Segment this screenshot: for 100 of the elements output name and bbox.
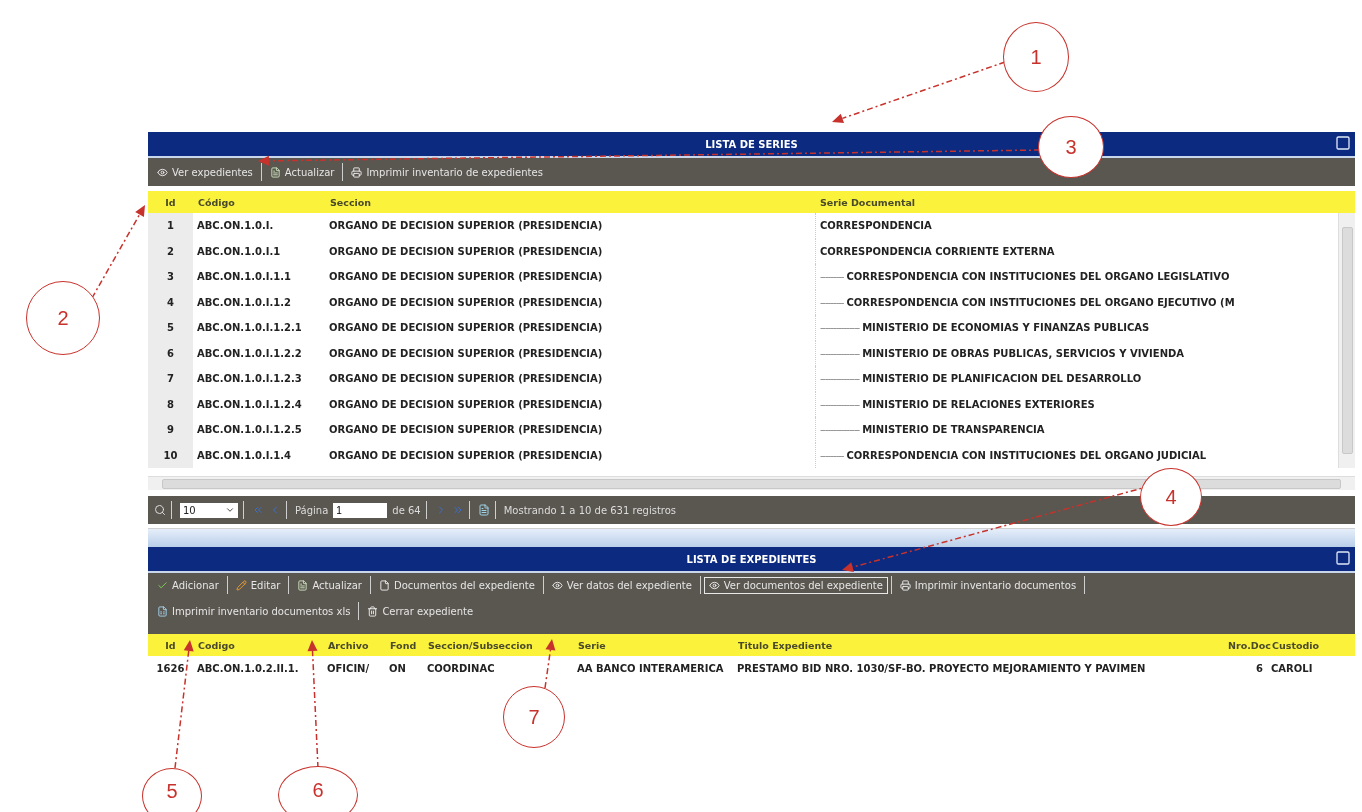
column-header[interactable]: Fond [385, 639, 423, 651]
toolbar-button[interactable]: Editar [230, 576, 286, 594]
panel-title: LISTA DE SERIES [705, 138, 798, 150]
tree-indent-dashes: --------- [820, 449, 844, 461]
toolbar-button[interactable]: Cerrar expediente [362, 602, 479, 620]
callout-marker: 7 [503, 686, 565, 748]
toolbar-button[interactable]: Imprimir inventario documentos [894, 576, 1082, 594]
row-id: 7 [148, 366, 193, 392]
table-cell-text: ORGANO DE DECISION SUPERIOR (PRESIDENCIA) [328, 270, 604, 285]
row-id: 3 [148, 264, 193, 290]
row-id: 6 [148, 340, 193, 366]
toolbar-button[interactable]: Ver expedientes [152, 163, 258, 181]
column-header[interactable]: Id [148, 639, 193, 651]
toolbar-button[interactable]: Ver datos del expediente [546, 576, 697, 594]
table-cell: MINISTERIO DE ECONOMIAS Y FINANZAS PUBLICAS [862, 322, 1150, 334]
page-input[interactable]: 1 [333, 502, 388, 518]
table-row[interactable]: 5 ABC.ON.1.0.I.1.2.1 ORGANO DE DECISION SUPERIOR (PRESIDENCIA) --------------- MINISTERIO DE ECONOMIAS Y FINANZAS PUBLICAS [148, 315, 1338, 341]
spreadsheet-icon [157, 605, 168, 617]
column-header[interactable]: Serie Documental [815, 196, 1355, 208]
table-cell-text: ABC.ON.1.0.I.1.2.4 [196, 397, 303, 412]
eye-icon [551, 579, 563, 591]
trash-icon [367, 605, 379, 617]
table-row[interactable]: 3 ABC.ON.1.0.I.1.1 ORGANO DE DECISION SUPERIOR (PRESIDENCIA) --------- CORRESPONDENCIA CON INSTITUCIONES DEL ORGANO LEGISLATIVO [148, 264, 1338, 290]
table-row[interactable]: 1626 ABC.ON.1.0.2.II.1. OFICIN/ ON COORDINAC AA BANCO INTERAMERICA PRESTAMO BID NRO. 1030/SF-BO. PROYECTO MEJORAMIENTO Y PAVIMEN 6 CAROLI [148, 656, 1355, 680]
toolbar-button[interactable]: Actualizar [264, 163, 340, 181]
row-id: 9 [148, 417, 193, 443]
row-id: 5 [148, 315, 193, 341]
row-id: 1 [148, 213, 193, 239]
table-row[interactable]: 2 ABC.ON.1.0.I.1 ORGANO DE DECISION SUPERIOR (PRESIDENCIA) CORRESPONDENCIA CORRIENTE EXTERNA [148, 238, 1338, 264]
file-icon [379, 579, 390, 591]
eye-icon [157, 166, 168, 178]
document-icon [297, 579, 309, 591]
table-cell-text: OFICIN/ [326, 661, 371, 676]
column-header[interactable]: Codigo [193, 639, 323, 651]
first-page-icon[interactable] [252, 504, 264, 516]
table-cell-text: AA BANCO INTERAMERICA [576, 661, 725, 676]
toolbar-button[interactable]: Imprimir inventario documentos xls [152, 602, 356, 620]
last-page-icon[interactable] [451, 504, 464, 516]
table-cell-text: CAROLI [1270, 661, 1314, 676]
table-cell-text: ABC.ON.1.0.I.1.2 [196, 295, 292, 310]
callout-marker: 6 [278, 766, 358, 812]
row-id: 2 [148, 238, 193, 264]
table-row[interactable]: 1 ABC.ON.1.0.I. ORGANO DE DECISION SUPERIOR (PRESIDENCIA) CORRESPONDENCIA [148, 213, 1338, 239]
table-cell-text: ORGANO DE DECISION SUPERIOR (PRESIDENCIA) [328, 346, 604, 361]
table-cell: MINISTERIO DE RELACIONES EXTERIORES [862, 398, 1095, 410]
table-row[interactable]: 9 ABC.ON.1.0.I.1.2.5 ORGANO DE DECISION SUPERIOR (PRESIDENCIA) --------------- MINISTERIO DE TRANSPARENCIA [148, 417, 1338, 443]
column-header[interactable]: Seccion/Subseccion [423, 639, 573, 651]
table-cell: MINISTERIO DE OBRAS PUBLICAS, SERVICIOS Y VIVIENDA [862, 347, 1185, 359]
search-icon[interactable] [154, 504, 166, 516]
table-row[interactable]: 6 ABC.ON.1.0.I.1.2.2 ORGANO DE DECISION SUPERIOR (PRESIDENCIA) --------------- MINISTERIO DE OBRAS PUBLICAS, SERVICIOS Y VIVIENDA [148, 340, 1338, 366]
toolbar-button[interactable]: Adicionar [152, 576, 224, 594]
row-id: 10 [148, 442, 193, 468]
table-cell-text: COORDINAC [426, 661, 496, 676]
column-header[interactable]: Código [193, 196, 325, 208]
tree-indent-dashes: --------------- [820, 373, 860, 385]
table-cell-text: ORGANO DE DECISION SUPERIOR (PRESIDENCIA) [328, 219, 604, 234]
toolbar-button[interactable]: Actualizar [292, 576, 367, 594]
table-cell: MINISTERIO DE TRANSPARENCIA [862, 424, 1045, 436]
table-cell-text: ABC.ON.1.0.I.1.1 [196, 270, 292, 285]
table-cell-text: ORGANO DE DECISION SUPERIOR (PRESIDENCIA) [328, 397, 604, 412]
page-count: de 64 [392, 504, 421, 516]
horizontal-scrollbar[interactable] [148, 476, 1355, 490]
tree-indent-dashes: --------- [820, 296, 844, 308]
tree-indent-dashes: --------- [820, 271, 844, 283]
table-row[interactable]: 8 ABC.ON.1.0.I.1.2.4 ORGANO DE DECISION SUPERIOR (PRESIDENCIA) --------------- MINISTERIO DE RELACIONES EXTERIORES [148, 391, 1338, 417]
row-id: 8 [148, 391, 193, 417]
column-header[interactable]: Id [148, 196, 193, 208]
eye-icon [708, 579, 720, 591]
table-row[interactable]: 4 ABC.ON.1.0.I.1.2 ORGANO DE DECISION SUPERIOR (PRESIDENCIA) --------- CORRESPONDENCIA CON INSTITUCIONES DEL ORGANO EJECUTIVO (M [148, 289, 1338, 315]
column-header[interactable]: Archivo [323, 639, 385, 651]
document-icon[interactable] [477, 504, 490, 516]
page-size-select[interactable]: 10 [180, 502, 238, 518]
table-cell-text: ABC.ON.1.0.I.1 [196, 244, 282, 259]
table-cell-text: ABC.ON.1.0.I.1.2.3 [196, 372, 303, 387]
vertical-scrollbar[interactable] [1338, 213, 1355, 468]
toolbar-button[interactable]: Imprimir inventario de expedientes [346, 163, 548, 181]
table-cell-text: ABC.ON.1.0.I.1.2.2 [196, 346, 303, 361]
column-header[interactable]: Seccion [325, 196, 815, 208]
callout-marker: 2 [26, 281, 100, 355]
table-row[interactable]: 10 ABC.ON.1.0.I.1.4 ORGANO DE DECISION SUPERIOR (PRESIDENCIA) --------- CORRESPONDENCIA CON INSTITUCIONES DEL ORGANO JUDICIAL [148, 442, 1338, 468]
table-cell-text: 6 [1255, 661, 1264, 676]
page-label: Página [295, 504, 329, 516]
panel-title: LISTA DE EXPEDIENTES [686, 553, 817, 565]
table-cell-text: ORGANO DE DECISION SUPERIOR (PRESIDENCIA) [328, 423, 604, 438]
tree-indent-dashes: --------------- [820, 398, 860, 410]
records-status: Mostrando 1 a 10 de 631 registros [503, 504, 677, 516]
column-header[interactable]: Titulo Expediente [733, 639, 1223, 651]
table-cell-text: ABC.ON.1.0.I.1.4 [196, 448, 292, 463]
table-cell: CORRESPONDENCIA CORRIENTE EXTERNA [820, 245, 1055, 257]
table-cell-text: ABC.ON.1.0.I. [196, 219, 275, 234]
toolbar-button[interactable]: Documentos del expediente [374, 576, 540, 594]
table-cell-text: ON [388, 661, 407, 676]
table-row[interactable]: 7 ABC.ON.1.0.I.1.2.3 ORGANO DE DECISION SUPERIOR (PRESIDENCIA) --------------- MINISTERIO DE PLANIFICACION DEL DESARROLLO [148, 366, 1338, 392]
column-header[interactable]: Serie [573, 639, 733, 651]
maximize-icon[interactable] [1335, 135, 1351, 151]
table-cell: CORRESPONDENCIA [820, 220, 932, 232]
maximize-icon[interactable] [1335, 550, 1351, 566]
table-cell: CORRESPONDENCIA CON INSTITUCIONES DEL ORGANO EJECUTIVO (M [846, 296, 1235, 308]
table-cell-text: PRESTAMO BID NRO. 1030/SF-BO. PROYECTO MEJORAMIENTO Y PAVIMEN [736, 661, 1147, 676]
toolbar-button[interactable]: Ver documentos del expediente [703, 576, 888, 594]
